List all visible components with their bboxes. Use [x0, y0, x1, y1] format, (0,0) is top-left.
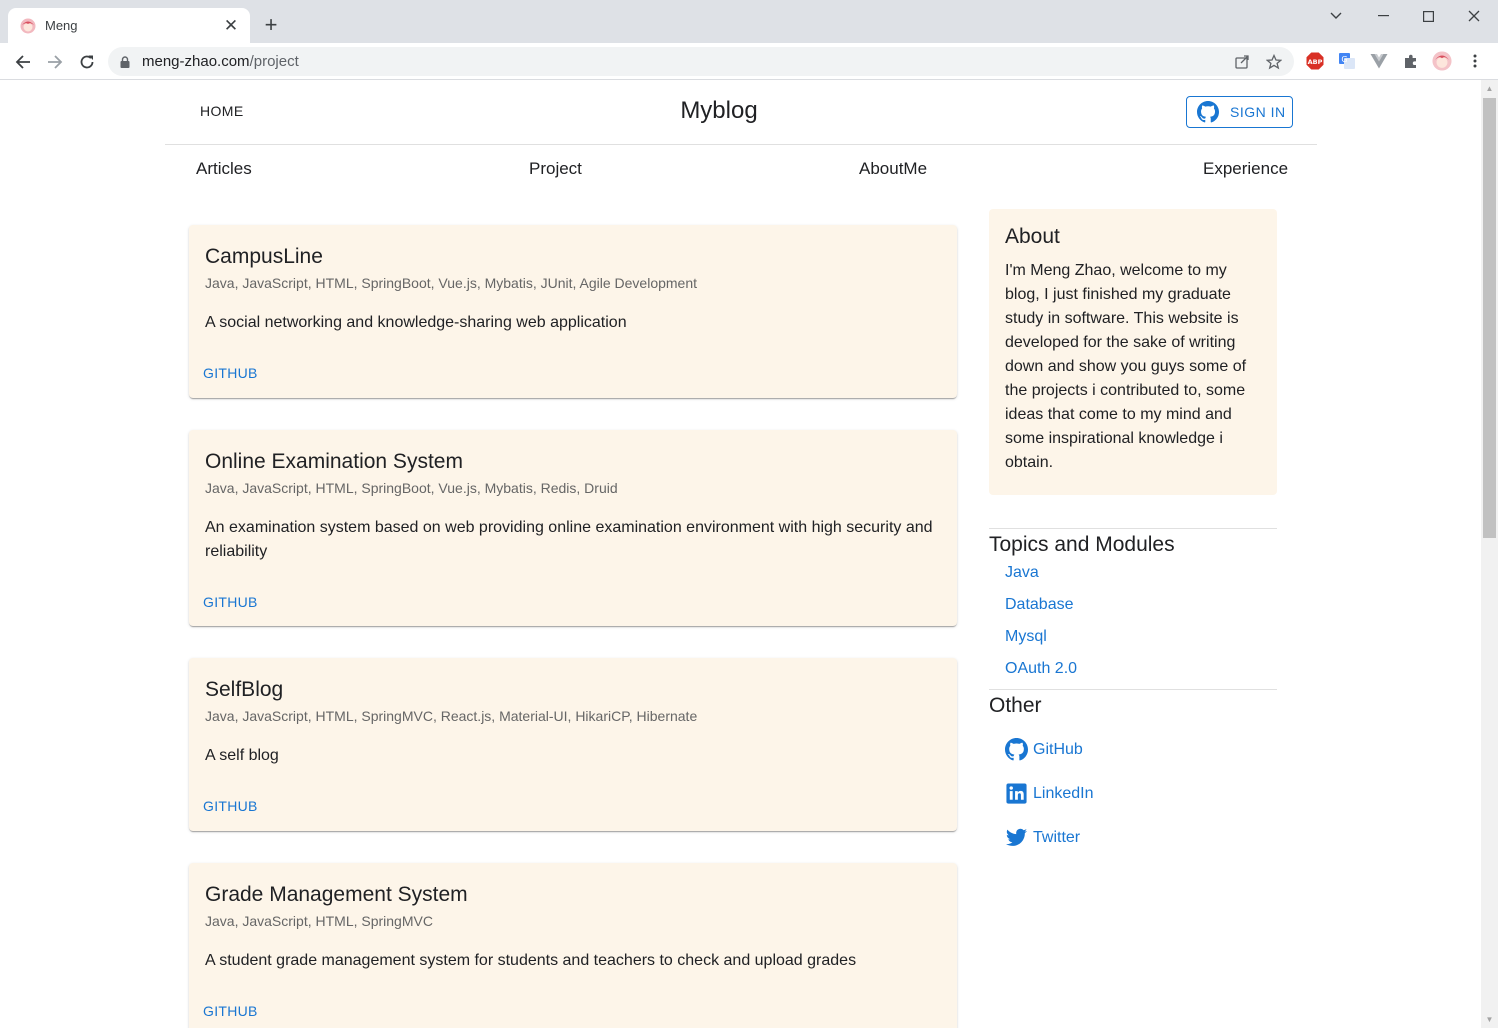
- tab-title: Meng: [45, 18, 78, 33]
- social-label: Twitter: [1033, 828, 1081, 846]
- nav-project[interactable]: Project: [529, 159, 582, 179]
- extensions-puzzle-icon[interactable]: [1401, 51, 1421, 71]
- linkedin-icon: [1006, 783, 1027, 804]
- nav-articles[interactable]: Articles: [196, 159, 252, 179]
- social-label: GitHub: [1033, 740, 1083, 758]
- profile-avatar-icon[interactable]: [1432, 51, 1452, 71]
- sign-in-label: SIGN IN: [1230, 104, 1286, 120]
- nav-aboutme[interactable]: AboutMe: [859, 159, 927, 179]
- github-link[interactable]: GITHUB: [203, 1003, 258, 1019]
- site-title: Myblog: [680, 97, 758, 124]
- bookmark-star-icon[interactable]: [1266, 54, 1282, 70]
- scroll-up-arrow-icon[interactable]: ▲: [1481, 80, 1498, 97]
- about-title: About: [1005, 225, 1060, 248]
- about-body: I'm Meng Zhao, welcome to my blog, I jus…: [1005, 262, 1247, 471]
- close-window-icon[interactable]: [1451, 4, 1497, 28]
- topic-link-oauth[interactable]: OAuth 2.0: [1005, 660, 1077, 678]
- site-header: HOME Myblog SIGN IN: [165, 80, 1317, 145]
- social-link-linkedin[interactable]: LinkedIn: [1005, 782, 1094, 805]
- tab-strip: Meng ✕ +: [0, 0, 1498, 43]
- project-tags: Java, JavaScript, HTML, SpringMVC: [205, 913, 433, 929]
- scroll-down-arrow-icon[interactable]: ▼: [1481, 1011, 1498, 1028]
- nav-experience[interactable]: Experience: [1203, 159, 1288, 179]
- address-bar[interactable]: meng-zhao.com/project: [108, 47, 1294, 76]
- twitter-icon: [1005, 828, 1028, 846]
- vue-devtools-icon[interactable]: [1369, 51, 1389, 71]
- close-tab-icon[interactable]: ✕: [222, 16, 240, 36]
- project-description: A student grade management system for st…: [205, 952, 857, 969]
- share-icon[interactable]: [1234, 54, 1250, 70]
- page-scrollbar[interactable]: ▲ ▼: [1481, 80, 1498, 1028]
- back-arrow-icon[interactable]: [9, 48, 37, 76]
- adblock-icon[interactable]: ABP: [1305, 51, 1325, 71]
- browser-chrome: Meng ✕ + meng-zhao.com/project ABP G: [0, 0, 1498, 80]
- project-tags: Java, JavaScript, HTML, SpringMVC, React…: [205, 708, 698, 724]
- social-link-github[interactable]: GitHub: [1005, 738, 1083, 761]
- github-icon: [1197, 101, 1219, 123]
- github-link[interactable]: GITHUB: [203, 798, 258, 814]
- project-tags: Java, JavaScript, HTML, SpringBoot, Vue.…: [205, 275, 698, 291]
- project-title: Online Examination System: [205, 450, 463, 473]
- maximize-icon[interactable]: [1405, 4, 1451, 28]
- scrollbar-thumb[interactable]: [1483, 98, 1496, 538]
- divider: [989, 528, 1277, 529]
- about-panel: About I'm Meng Zhao, welcome to my blog,…: [989, 209, 1277, 495]
- browser-toolbar: meng-zhao.com/project ABP G: [0, 43, 1498, 80]
- github-link[interactable]: GITHUB: [203, 594, 258, 610]
- translate-icon[interactable]: G: [1337, 51, 1357, 71]
- browser-menu-icon[interactable]: [1465, 51, 1485, 71]
- page-viewport: HOME Myblog SIGN IN Articles Project Abo…: [0, 80, 1481, 1028]
- project-tags: Java, JavaScript, HTML, SpringBoot, Vue.…: [205, 480, 618, 496]
- divider: [989, 689, 1277, 690]
- project-title: Grade Management System: [205, 883, 468, 906]
- project-card: Grade Management System Java, JavaScript…: [189, 863, 957, 1028]
- avatar-favicon-icon: [20, 18, 36, 33]
- tab-search-icon[interactable]: [1313, 4, 1359, 28]
- browser-tab[interactable]: Meng ✕: [8, 8, 250, 43]
- social-link-twitter[interactable]: Twitter: [1005, 826, 1080, 849]
- social-label: LinkedIn: [1033, 784, 1094, 802]
- project-card: Online Examination System Java, JavaScri…: [189, 430, 957, 626]
- minimize-icon[interactable]: [1360, 4, 1406, 28]
- project-description: A social networking and knowledge-sharin…: [205, 314, 627, 331]
- url-text: meng-zhao.com/project: [142, 53, 299, 70]
- svg-text:G: G: [1341, 55, 1347, 64]
- lock-icon: [120, 55, 130, 68]
- reload-icon[interactable]: [73, 48, 101, 76]
- main-nav: Articles Project AboutMe Experience: [165, 146, 1317, 192]
- topic-link-database[interactable]: Database: [1005, 596, 1074, 614]
- topic-link-java[interactable]: Java: [1005, 564, 1039, 582]
- github-icon: [1005, 738, 1028, 761]
- project-card: CampusLine Java, JavaScript, HTML, Sprin…: [189, 225, 957, 398]
- project-description: A self blog: [205, 747, 279, 764]
- project-card: SelfBlog Java, JavaScript, HTML, SpringM…: [189, 658, 957, 831]
- new-tab-button[interactable]: +: [258, 12, 284, 38]
- forward-arrow-icon[interactable]: [41, 48, 69, 76]
- project-title: SelfBlog: [205, 678, 284, 701]
- sign-in-button[interactable]: SIGN IN: [1186, 96, 1293, 128]
- topics-heading: Topics and Modules: [989, 533, 1175, 556]
- other-heading: Other: [989, 694, 1042, 717]
- project-description: An examination system based on web provi…: [205, 519, 933, 560]
- github-link[interactable]: GITHUB: [203, 365, 258, 381]
- project-title: CampusLine: [205, 245, 323, 268]
- svg-text:ABP: ABP: [1308, 58, 1323, 66]
- topic-link-mysql[interactable]: Mysql: [1005, 628, 1047, 646]
